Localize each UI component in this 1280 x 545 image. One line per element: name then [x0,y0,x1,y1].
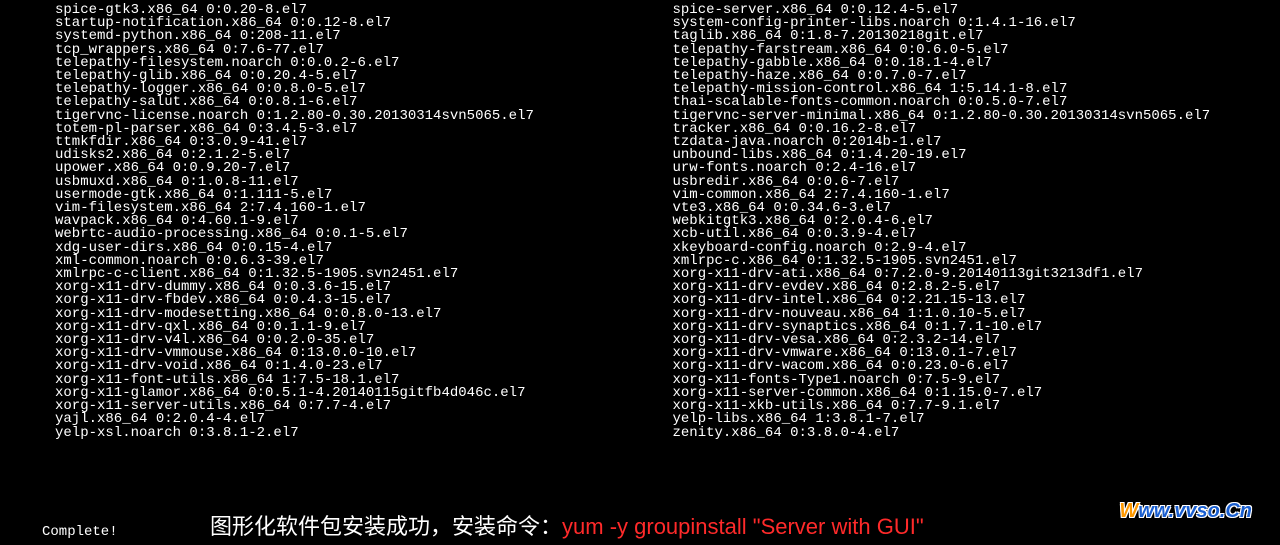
terminal-output: spice-gtk3.x86_64 0:0.20-8.el7startup-no… [0,0,1280,440]
annotation-text-red: yum -y groupinstall "Server with GUI" [562,514,924,539]
watermark-first-letter: W [1119,500,1138,522]
package-entry: zenity.x86_64 0:3.8.0-4.el7 [673,427,1280,440]
annotation-text-white: 图形化软件包安装成功，安装命令： [210,514,562,539]
watermark: Www.vvso.Cn [1119,500,1252,523]
package-column-left: spice-gtk3.x86_64 0:0.20-8.el7startup-no… [55,4,663,440]
watermark-rest: ww.vvso.Cn [1138,500,1252,522]
package-entry: yelp-xsl.noarch 0:3.8.1-2.el7 [55,427,663,440]
annotation-overlay: 图形化软件包安装成功，安装命令：yum -y groupinstall "Ser… [210,509,924,541]
package-column-right: spice-server.x86_64 0:0.12.4-5.el7system… [663,4,1280,440]
complete-message: Complete! [42,524,118,540]
